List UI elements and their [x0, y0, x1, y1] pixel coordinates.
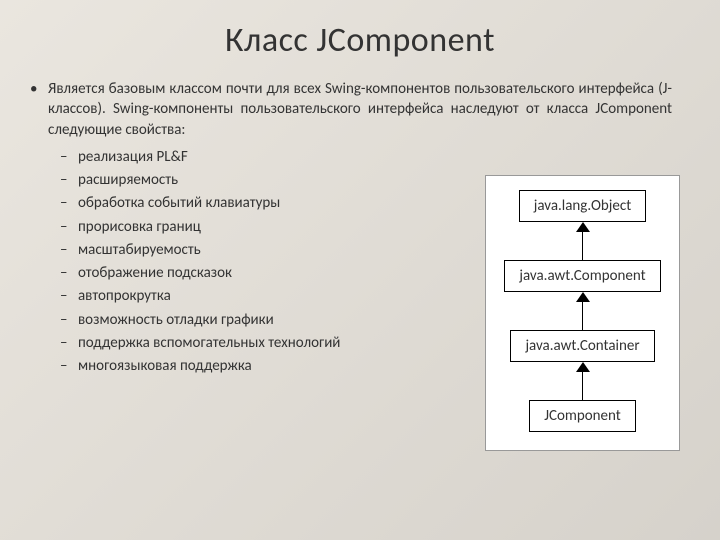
- class-hierarchy-diagram: java.lang.Object java.awt.Component java…: [485, 175, 680, 451]
- hierarchy-box: JComponent: [529, 400, 636, 432]
- inheritance-arrow: [576, 362, 590, 400]
- list-item: реализация PL&F: [78, 146, 672, 169]
- slide-title: Класс JComponent: [0, 0, 720, 79]
- inheritance-arrow: [576, 222, 590, 260]
- hierarchy-box: java.awt.Container: [510, 330, 654, 362]
- hierarchy-box: java.awt.Component: [504, 260, 660, 292]
- hierarchy-box: java.lang.Object: [519, 190, 646, 222]
- intro-paragraph: Является базовым классом почти для всех …: [48, 79, 672, 140]
- inheritance-arrow: [576, 292, 590, 330]
